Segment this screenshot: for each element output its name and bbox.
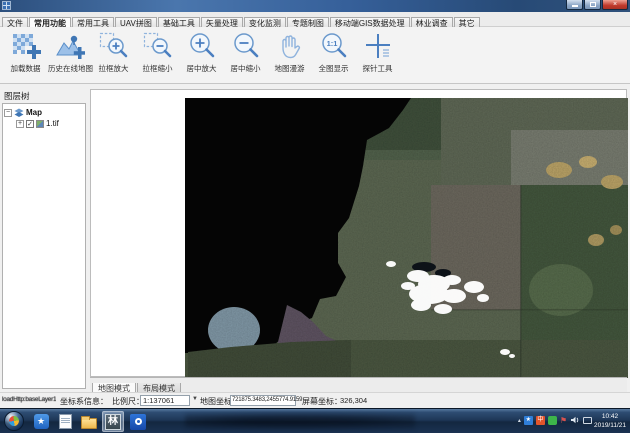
map-layers-icon — [14, 108, 24, 118]
minimize-button[interactable] — [566, 0, 583, 10]
menu-tab-bar: 文件常用功能常用工具UAV拼图基础工具矢量处理变化监测专题制图移动端GIS数据处… — [0, 12, 630, 27]
star-app-icon: ★ — [34, 414, 49, 429]
tool-label: 居中缩小 — [224, 63, 267, 74]
center-zoom-out-icon — [231, 32, 261, 62]
taskbar-notepad-app[interactable] — [54, 411, 76, 432]
history-online-map-icon — [55, 32, 85, 62]
collapse-icon[interactable]: − — [4, 109, 12, 117]
center-zoom-in-icon — [187, 32, 217, 62]
maximize-button[interactable] — [584, 0, 601, 10]
input-method-icon[interactable]: 中 — [536, 416, 545, 425]
screen-coordinate-value: 326,304 — [340, 396, 367, 405]
taskbar-star-app[interactable]: ★ — [30, 411, 52, 432]
tool-label: 加载数据 — [4, 63, 47, 74]
history-online-map-button[interactable]: 历史在线地图 — [48, 30, 91, 74]
window-controls: × — [565, 0, 628, 10]
scale-input[interactable]: 1:137061 — [140, 395, 190, 406]
center-zoom-in-button[interactable]: 居中放大 — [180, 30, 223, 74]
full-extent-button[interactable]: 1:1 全图显示 — [312, 30, 355, 74]
crs-info-label: 坐标系信息： — [60, 396, 108, 407]
workspace: 图层树 − Map + ✓ 1.tif — [0, 84, 630, 392]
show-hidden-icons-button[interactable]: ▴ — [518, 417, 521, 424]
load-data-button[interactable]: 加载数据 — [4, 30, 47, 74]
map-canvas[interactable] — [90, 89, 627, 377]
box-zoom-in-icon — [99, 32, 129, 62]
map-pan-button[interactable]: 地图漫游 — [268, 30, 311, 74]
clock-date: 2019/11/21 — [592, 421, 628, 430]
tool-label: 历史在线地图 — [48, 63, 91, 74]
tool-label: 地图漫游 — [268, 63, 311, 74]
map-coordinate-value: 721875.3483,2455774.9159 — [230, 395, 296, 406]
map-node-label: Map — [26, 108, 42, 117]
close-icon: × — [613, 1, 617, 9]
layer-visibility-checkbox[interactable]: ✓ — [26, 120, 34, 128]
minimize-icon — [572, 5, 578, 7]
network-icon[interactable] — [583, 417, 592, 424]
start-button[interactable] — [4, 411, 24, 431]
center-zoom-out-button[interactable]: 居中缩小 — [224, 30, 267, 74]
volume-icon[interactable] — [570, 415, 580, 425]
satellite-imagery — [91, 90, 628, 378]
close-button[interactable]: × — [602, 0, 628, 10]
raster-layer-icon — [36, 120, 44, 128]
tray-green-icon[interactable] — [548, 416, 557, 425]
expand-icon[interactable]: + — [16, 120, 24, 128]
full-extent-badge: 1:1 — [326, 38, 337, 47]
tree-node-map[interactable]: − Map — [4, 107, 84, 118]
lin-app-icon: 林 — [105, 414, 121, 430]
taskbar-lin-app[interactable]: 林 — [102, 411, 124, 432]
status-bar: loadHttp:baseLayer1 坐标系信息： 比例尺： 1:137061… — [0, 392, 630, 408]
tool-label: 拉框放大 — [92, 63, 135, 74]
o-app-icon — [130, 414, 146, 430]
app-grid-icon — [2, 1, 11, 10]
maximize-icon — [590, 2, 596, 7]
tree-node-layer[interactable]: + ✓ 1.tif — [4, 118, 84, 129]
scale-dropdown-icon[interactable]: ▼ — [192, 396, 198, 402]
probe-tool-button[interactable]: 探针工具 — [356, 30, 399, 74]
system-tray: ▴ ★ 中 ⚑ — [515, 415, 592, 425]
taskbar-explorer-app[interactable] — [78, 411, 100, 432]
taskbar-o-app[interactable] — [127, 411, 149, 432]
layer-panel-title: 图层树 — [4, 90, 30, 102]
taskbar: ★ 林 ▴ ★ 中 ⚑ 10:42 2019/11/21 — [0, 408, 630, 433]
full-extent-icon: 1:1 — [319, 32, 349, 62]
layer-tree-panel: − Map + ✓ 1.tif — [2, 103, 86, 389]
tool-label: 全图显示 — [312, 63, 355, 74]
action-center-flag-icon[interactable]: ⚑ — [560, 416, 567, 425]
probe-tool-icon — [363, 32, 393, 62]
notepad-app-icon — [59, 414, 72, 429]
box-zoom-out-icon — [143, 32, 173, 62]
folder-app-icon — [81, 418, 97, 429]
layer-node-label: 1.tif — [46, 119, 59, 128]
screen-coordinate-label: 屏幕坐标： — [302, 396, 342, 407]
title-bar: × — [0, 0, 630, 12]
windows-logo-icon — [8, 415, 19, 426]
load-data-icon — [11, 32, 41, 62]
map-pan-icon — [275, 32, 305, 62]
taskbar-glass-smudge — [185, 411, 415, 431]
tool-label: 探针工具 — [356, 63, 399, 74]
clock-time: 10:42 — [592, 412, 628, 421]
debug-text: loadHttp:baseLayer1 — [2, 396, 56, 403]
taskbar-clock[interactable]: 10:42 2019/11/21 — [592, 412, 628, 430]
ribbon-toolbar: 加载数据 历史在线地图 拉框放大 拉框缩小 — [0, 27, 630, 84]
tool-label: 拉框缩小 — [136, 63, 179, 74]
tool-label: 居中放大 — [180, 63, 223, 74]
box-zoom-in-button[interactable]: 拉框放大 — [92, 30, 135, 74]
box-zoom-out-button[interactable]: 拉框缩小 — [136, 30, 179, 74]
view-mode-tabs: 地图模式布局模式 — [90, 377, 627, 392]
tray-star-icon[interactable]: ★ — [524, 416, 533, 425]
